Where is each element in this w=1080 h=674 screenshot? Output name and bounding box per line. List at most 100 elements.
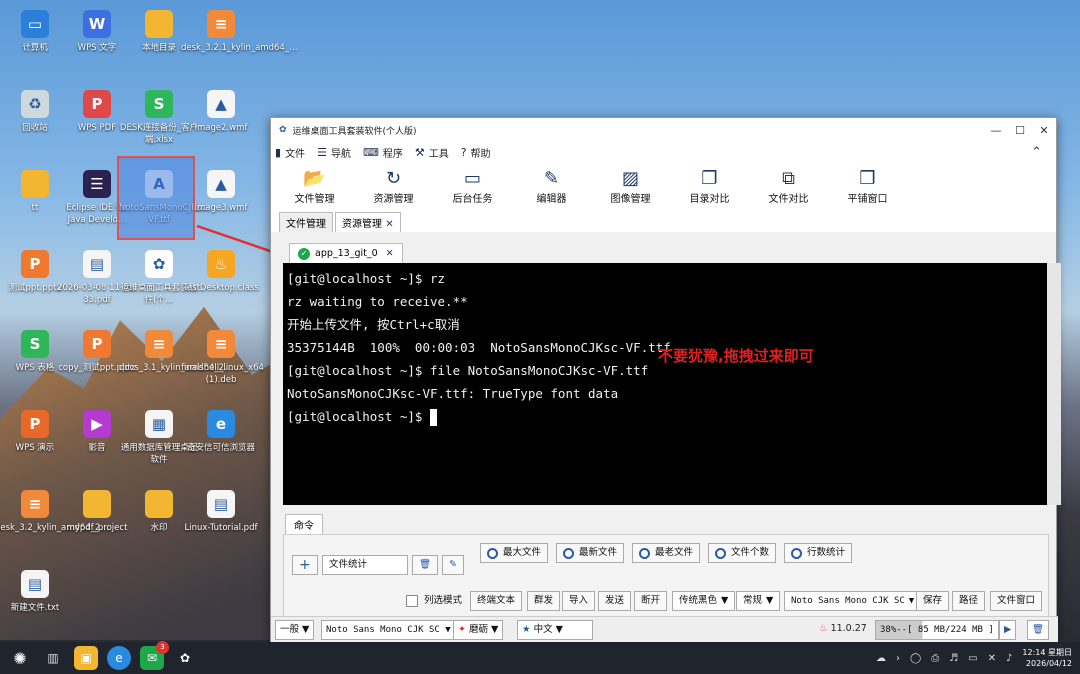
font-select[interactable]: Noto Sans Mono CJK SC ▼ xyxy=(784,591,922,611)
file-window-button[interactable]: 文件窗口 xyxy=(990,591,1043,611)
terminal[interactable]: [git@localhost ~]$ rz rz waiting to rece… xyxy=(283,263,1061,505)
terminal-prompt: [git@localhost ~]$ xyxy=(287,409,430,424)
tab-file-manager[interactable]: 文件管理 xyxy=(279,212,333,232)
session-close-icon[interactable]: ✕ xyxy=(386,248,394,259)
toolbar-file-compare[interactable]: ⧉ 文件对比 xyxy=(749,162,828,212)
memory-text: 38%--[ 85 MB/224 MB ] xyxy=(880,625,994,635)
taskbar: ✺ ▥ ▣ e ✉ 3 ✿ ☁ › ◯ ⎙ ♬ ▭ ✕ ♪ 12:14 星期日 20… xyxy=(0,641,1080,674)
menu-program[interactable]: ⌨ 程序 xyxy=(363,145,403,160)
run-button[interactable]: ▶ xyxy=(999,620,1017,640)
app-logo-icon: ✿ xyxy=(279,125,287,135)
tab-resource-manager[interactable]: 资源管理 ✕ xyxy=(335,212,401,232)
toolbar-label: 目录对比 xyxy=(689,194,730,205)
window-title: 运维桌面工具套装软件(个人版) xyxy=(292,126,417,137)
delete-button[interactable]: 🗑 xyxy=(412,555,439,575)
ime-icon[interactable]: ◯ xyxy=(910,653,921,664)
chat-app-icon[interactable]: ✉ 3 xyxy=(140,641,169,670)
close-button[interactable]: ✕ xyxy=(1032,124,1056,137)
command-tab[interactable]: 命令 xyxy=(285,514,323,534)
menu-help[interactable]: ? 帮助 xyxy=(461,145,491,160)
button-label: 行数统计 xyxy=(807,547,846,558)
toolbar-label: 文件对比 xyxy=(768,194,809,205)
broadcast-button[interactable]: 群发 xyxy=(527,591,561,611)
connected-check-icon: ✓ xyxy=(298,247,310,260)
tab-label: 资源管理 xyxy=(342,219,382,230)
start-menu-icon[interactable]: ✺ xyxy=(8,646,32,670)
app-logo-icon[interactable]: ✿ xyxy=(173,646,197,670)
select-value: Noto Sans Mono CJK SC xyxy=(791,596,905,606)
toolbar-editor[interactable]: ✎ 编辑器 xyxy=(512,162,591,212)
toolbar-background-tasks[interactable]: ▭ 后台任务 xyxy=(433,162,512,212)
terminal-line: 开始上传文件, 按Ctrl+c取消 xyxy=(287,317,460,332)
oldest-file-button[interactable]: 最老文件 xyxy=(632,543,701,563)
edit-button[interactable]: ✎ xyxy=(442,555,464,575)
annotation-text: 不要犹豫,拖拽过来即可 xyxy=(658,347,814,365)
menu-nav[interactable]: ☰ 导航 xyxy=(317,145,351,160)
toolbar-file-manager[interactable]: 📂 文件管理 xyxy=(275,162,354,212)
toolbar-dir-compare[interactable]: ❐ 目录对比 xyxy=(670,162,749,212)
newest-file-button[interactable]: 最新文件 xyxy=(556,543,625,563)
image-icon: ▨ xyxy=(621,168,639,189)
collapse-icon[interactable]: ⌃ xyxy=(1031,145,1042,160)
main-tabs: 文件管理 资源管理 ✕ xyxy=(271,212,1056,232)
radio-icon xyxy=(487,547,498,559)
refresh-icon: ↻ xyxy=(385,168,402,189)
radio-icon xyxy=(639,547,650,559)
menu-bar: ▮ 文件 ☰ 导航 ⌨ 程序 ⚒ 工具 ? 帮助 ⌃ xyxy=(271,142,1056,162)
network-icon[interactable]: ▭ xyxy=(968,653,977,664)
terminal-text-button[interactable]: 终端文本 xyxy=(470,591,523,611)
toolbar-tile-windows[interactable]: ❒ 平铺窗口 xyxy=(828,162,907,212)
session-tab[interactable]: ✓ app_13_git_0 ✕ xyxy=(289,243,403,263)
toolbar-label: 平铺窗口 xyxy=(847,194,888,205)
menu-label: 文件 xyxy=(285,148,306,160)
language-select[interactable]: ★ 中文 ▼ xyxy=(517,620,593,640)
stat-input[interactable]: 文件统计 xyxy=(322,555,408,575)
menu-file[interactable]: ▮ 文件 xyxy=(275,145,305,160)
toolbar-label: 后台任务 xyxy=(452,194,493,205)
terminal-scrollbar[interactable] xyxy=(1047,263,1061,505)
multitask-icon[interactable]: ▥ xyxy=(41,646,65,670)
max-file-button[interactable]: 最大文件 xyxy=(480,543,549,563)
toolbar-label: 图像管理 xyxy=(610,194,651,205)
file-count-button[interactable]: 文件个数 xyxy=(708,543,777,563)
path-button[interactable]: 路径 xyxy=(952,591,986,611)
column-mode-checkbox[interactable]: 列选模式 xyxy=(400,591,468,611)
add-button[interactable]: + xyxy=(292,555,318,575)
maple-leaf-icon: ✦ xyxy=(458,624,466,635)
browser-icon[interactable]: e xyxy=(107,646,131,670)
checkbox-label: 列选模式 xyxy=(424,595,463,606)
mode-select[interactable]: 一般 ▼ xyxy=(275,620,315,640)
encoding-select[interactable]: ✦ 磨砺 ▼ xyxy=(453,620,504,640)
gc-button[interactable]: 🗑 xyxy=(1027,620,1050,640)
select-value: Noto Sans Mono CJK SC xyxy=(326,625,440,635)
style-select[interactable]: 常规 ▼ xyxy=(736,591,781,611)
status-font-select[interactable]: Noto Sans Mono CJK SC ▼ xyxy=(321,620,456,640)
chevron-down-icon: ▼ xyxy=(766,595,774,606)
menu-label: 工具 xyxy=(428,148,449,160)
minimize-button[interactable]: — xyxy=(984,124,1008,137)
maximize-button[interactable]: ☐ xyxy=(1008,124,1032,137)
cloud-icon[interactable]: ☁ xyxy=(876,653,886,664)
audio-icon[interactable]: ♬ xyxy=(949,653,958,664)
theme-select[interactable]: 传统黑色 ▼ xyxy=(672,591,736,611)
toolbar-image-manager[interactable]: ▨ 图像管理 xyxy=(591,162,670,212)
terminal-cursor xyxy=(430,409,437,426)
file-manager-icon[interactable]: ▣ xyxy=(74,646,98,670)
toolbar-resource-manager[interactable]: ↻ 资源管理 xyxy=(354,162,433,212)
chevron-right-icon[interactable]: › xyxy=(896,653,900,664)
menu-tools[interactable]: ⚒ 工具 xyxy=(415,145,449,160)
import-button[interactable]: 导入 xyxy=(562,591,596,611)
clock[interactable]: 12:14 星期日 2026/04/12 xyxy=(1022,647,1072,669)
save-button[interactable]: 保存 xyxy=(916,591,950,611)
select-value: 中文 xyxy=(533,624,553,635)
tab-close-icon[interactable]: ✕ xyxy=(385,219,393,230)
bluetooth-icon[interactable]: ✕ xyxy=(988,653,996,664)
line-count-button[interactable]: 行数统计 xyxy=(784,543,853,563)
disconnect-button[interactable]: 断开 xyxy=(634,591,668,611)
screenshot-icon[interactable]: ⎙ xyxy=(931,653,939,664)
dir-compare-icon: ❐ xyxy=(701,168,718,189)
select-value: 一般 xyxy=(280,624,300,635)
volume-icon[interactable]: ♪ xyxy=(1006,653,1012,664)
system-tray: ☁ › ◯ ⎙ ♬ ▭ ✕ ♪ 12:14 星期日 2026/04/12 xyxy=(876,647,1080,669)
send-button[interactable]: 发送 xyxy=(598,591,632,611)
